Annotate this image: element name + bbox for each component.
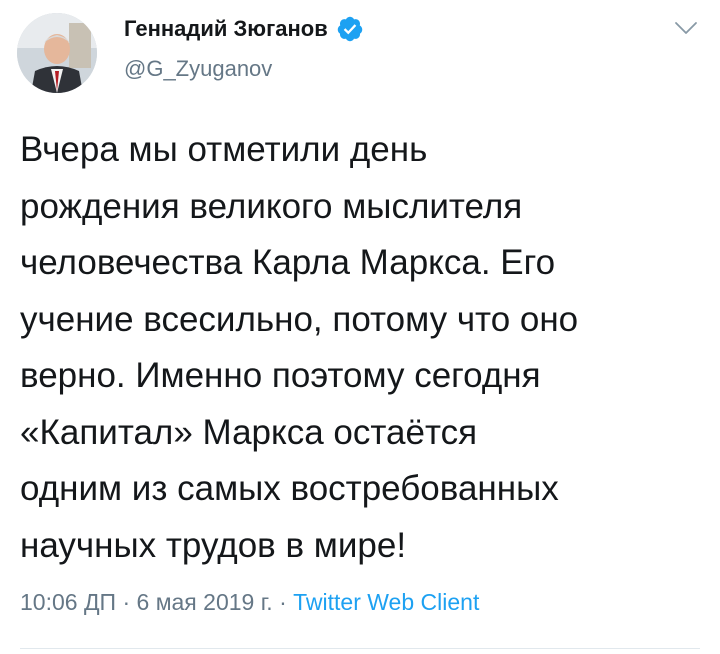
tweet-card: Геннадий Зюганов @G_Zyuganov Вчера мы от… — [0, 0, 720, 654]
tweet-text-line: учение всесильно, потому что оно — [20, 299, 579, 339]
verified-badge-icon — [336, 15, 364, 43]
tweet-text-line: научных трудов в мире! — [20, 525, 407, 565]
tweet-meta: 10:06 ДП · 6 мая 2019 г. · Twitter Web C… — [20, 589, 479, 616]
tweet-text-line: Вчера мы отметили день — [20, 130, 428, 169]
chevron-down-icon[interactable] — [674, 20, 698, 36]
author-name[interactable]: Геннадий Зюганов — [124, 16, 328, 42]
meta-separator: · — [116, 589, 137, 615]
tweet-text: Вчера мы отметили день рождения великого… — [20, 122, 710, 574]
tweet-text-line: «Капитал» Маркса остаётся — [20, 412, 478, 452]
avatar[interactable] — [17, 13, 97, 93]
tweet-source-link[interactable]: Twitter Web Client — [293, 589, 479, 615]
divider — [20, 648, 700, 649]
tweet-text-line: рождения великого мыслителя — [20, 186, 523, 226]
tweet-date[interactable]: 6 мая 2019 г. — [137, 589, 273, 615]
tweet-time[interactable]: 10:06 ДП — [20, 589, 116, 615]
author-handle[interactable]: @G_Zyuganov — [124, 56, 272, 82]
tweet-text-line: верно. Именно поэтому сегодня — [20, 356, 541, 395]
meta-separator: · — [272, 589, 294, 615]
author-row: Геннадий Зюганов — [124, 15, 364, 43]
tweet-text-line: человечества Карла Маркса. Его — [20, 243, 556, 282]
user-avatar-photo — [17, 13, 97, 93]
tweet-text-line: одним из самых востребованных — [20, 469, 559, 508]
